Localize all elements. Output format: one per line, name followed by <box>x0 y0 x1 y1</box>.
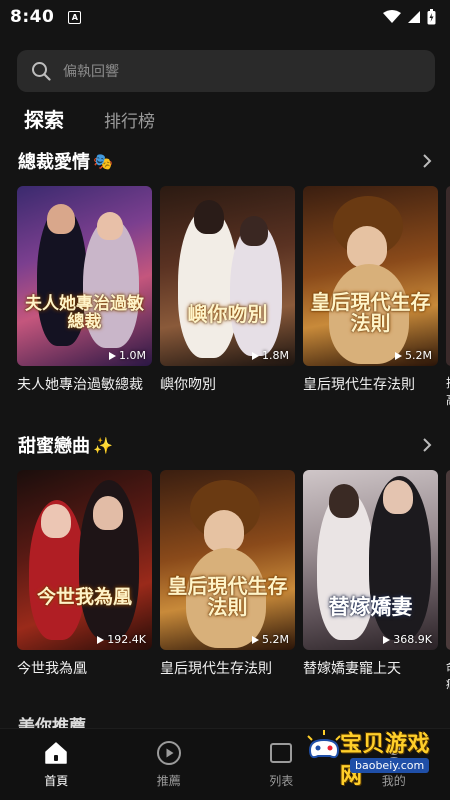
nav-recommend[interactable]: 推薦 <box>113 729 226 800</box>
watermark-url: baobeiy.com <box>350 758 430 773</box>
play-icon <box>97 635 105 644</box>
section-ceo-romance: 總裁愛情 🎭 夫人她專治過敏總裁 1.0M 夫人她專治過敏總裁 嶼你吻別 1.8… <box>0 146 450 408</box>
poster-title: 皇后現代生存法則 <box>167 574 288 619</box>
poster-image: 皇后現代生存法則 5.2M <box>160 470 295 650</box>
view-count: 1.8M <box>252 349 289 362</box>
view-count: 192.4K <box>97 633 146 646</box>
poster-image: 皇后現代生存法則 5.2M <box>303 186 438 366</box>
battery-icon <box>427 9 436 25</box>
top-tabs: 探索 排行榜 <box>24 104 155 133</box>
poster-title: 今世我為凰 <box>36 586 132 608</box>
poster-image: 嶼你吻別 1.8M <box>160 186 295 366</box>
play-icon <box>383 635 391 644</box>
drama-card[interactable]: 夫人她專治過敏總裁 1.0M 夫人她專治過敏總裁 <box>17 186 152 408</box>
poster-title: 皇后現代生存法則 <box>310 290 431 335</box>
signal-icon <box>408 11 420 23</box>
search-bar[interactable]: 偏執回響 <box>17 50 435 92</box>
section-sweet-romance: 甜蜜戀曲 ✨ 今世我為凰 192.4K 今世我為凰 皇后現代生存法則 5.2M <box>0 430 450 692</box>
card-title: 皇后現代生存法則 <box>303 377 415 393</box>
chevron-right-icon[interactable] <box>422 437 432 453</box>
home-icon <box>45 742 67 764</box>
section-title: 甜蜜戀曲 <box>18 436 90 457</box>
play-icon <box>252 635 260 644</box>
view-count: 5.2M <box>252 633 289 646</box>
search-icon <box>32 62 51 81</box>
drama-row: 夫人她專治過敏總裁 1.0M 夫人她專治過敏總裁 嶼你吻別 1.8M 嶼你吻別 … <box>0 186 450 408</box>
poster-title: 夫人她專治過敏總裁 <box>25 294 144 332</box>
status-icons <box>383 9 436 25</box>
notification-badge-icon: A <box>68 10 82 24</box>
drama-card[interactable]: 皇后現代生存法則 5.2M 皇后現代生存法則 <box>160 470 295 692</box>
nav-label: 推薦 <box>156 774 181 788</box>
card-title: 今世我為凰 <box>17 661 87 677</box>
drama-card[interactable]: 今世我為凰 192.4K 今世我為凰 <box>17 470 152 692</box>
gamepad-icon <box>307 730 341 759</box>
status-bar: 8:40 A <box>0 0 450 34</box>
section-title: 總裁愛情 <box>18 152 90 173</box>
card-title: 掠高 <box>446 374 450 408</box>
nav-label: 列表 <box>269 774 294 788</box>
card-title: 皇后現代生存法則 <box>160 661 272 677</box>
tab-ranking[interactable]: 排行榜 <box>104 107 155 133</box>
card-title: 命痛 <box>446 658 450 692</box>
card-title: 替嫁嬌妻寵上天 <box>303 661 401 677</box>
play-icon <box>109 351 117 360</box>
section-header[interactable]: 甜蜜戀曲 ✨ <box>0 430 450 460</box>
poster-image: 替嫁嬌妻 368.9K <box>303 470 438 650</box>
list-icon <box>270 743 293 763</box>
poster-image: 夫人她專治過敏總裁 1.0M <box>17 186 152 366</box>
section-header[interactable]: 總裁愛情 🎭 <box>0 146 450 176</box>
drama-card[interactable]: 皇后現代生存法則 5.2M 皇后現代生存法則 <box>303 186 438 408</box>
watermark-logo: 宝贝游戏网 baobeiy.com <box>304 720 444 789</box>
drama-card[interactable]: 替嫁嬌妻 368.9K 替嫁嬌妻寵上天 <box>303 470 438 692</box>
wifi-icon <box>383 10 401 23</box>
view-count: 1.0M <box>109 349 146 362</box>
tab-explore[interactable]: 探索 <box>24 104 64 133</box>
card-title: 夫人她專治過敏總裁 <box>17 377 143 393</box>
poster-image: 今世我為凰 192.4K <box>17 470 152 650</box>
nav-home[interactable]: 首頁 <box>0 729 113 800</box>
mask-emoji-icon: 🎭 <box>93 151 113 171</box>
card-title: 嶼你吻別 <box>160 377 216 393</box>
section-header-recommended[interactable]: 美你推薦 <box>18 712 86 728</box>
chevron-right-icon[interactable] <box>422 153 432 169</box>
status-time: 8:40 <box>10 7 55 27</box>
view-count: 5.2M <box>395 349 432 362</box>
drama-card[interactable]: 掠高 <box>446 186 450 408</box>
search-input[interactable]: 偏執回響 <box>63 61 119 81</box>
drama-card[interactable]: 嶼你吻別 1.8M 嶼你吻別 <box>160 186 295 408</box>
view-count: 368.9K <box>383 633 432 646</box>
play-circle-icon <box>156 741 181 765</box>
drama-row: 今世我為凰 192.4K 今世我為凰 皇后現代生存法則 5.2M 皇后現代生存法… <box>0 470 450 692</box>
poster-title: 替嫁嬌妻 <box>328 594 413 619</box>
nav-label: 首頁 <box>44 774 69 788</box>
poster-image <box>446 186 450 366</box>
poster-title: 嶼你吻別 <box>187 302 268 326</box>
poster-image <box>446 470 450 650</box>
drama-card[interactable]: 命痛 <box>446 470 450 692</box>
sparkles-emoji-icon: ✨ <box>93 435 113 455</box>
play-icon <box>252 351 260 360</box>
play-icon <box>395 351 403 360</box>
